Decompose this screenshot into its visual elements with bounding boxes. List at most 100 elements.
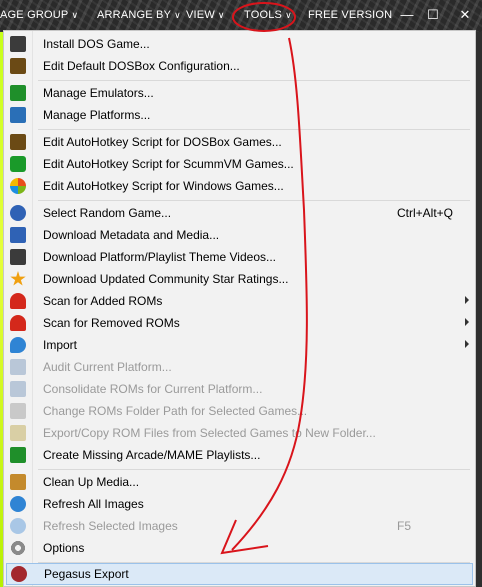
chevron-down-icon: ∨	[217, 10, 225, 20]
arcade-invader-icon	[10, 447, 26, 463]
menu-item-ahk-scummvm[interactable]: Edit AutoHotkey Script for ScummVM Games…	[4, 153, 475, 175]
menu-item-scan-added-roms[interactable]: Scan for Added ROMs	[4, 290, 475, 312]
submenu-arrow-icon	[465, 318, 469, 326]
menu-item-label: Select Random Game...	[43, 206, 172, 220]
dosbox-icon	[10, 134, 26, 150]
menu-item-label: Edit AutoHotkey Script for Windows Games…	[43, 179, 284, 193]
shortcut-text: F5	[397, 519, 412, 533]
dosbox-icon	[10, 58, 26, 74]
menu-item-scan-removed-roms[interactable]: Scan for Removed ROMs	[4, 312, 475, 334]
pegasus-logo-icon	[11, 566, 27, 582]
magnet-icon	[10, 315, 26, 331]
maximize-button[interactable]: ☐	[424, 7, 442, 23]
refresh-icon	[10, 496, 26, 512]
menu-item-refresh-all-images[interactable]: Refresh All Images	[4, 493, 475, 515]
menu-free-version[interactable]: FREE VERSION	[308, 9, 392, 21]
shortcut-text: Ctrl+Alt+Q	[397, 206, 454, 220]
menu-view[interactable]: VIEW ∨	[186, 9, 225, 21]
refresh-icon	[10, 518, 26, 534]
menu-item-label: Pegasus Export	[44, 567, 129, 581]
menu-separator	[38, 129, 470, 130]
circuit-chip-icon	[10, 85, 26, 101]
chevron-down-icon: ∨	[285, 10, 292, 20]
submenu-arrow-icon	[465, 296, 469, 304]
consolidate-icon	[10, 381, 26, 397]
menu-item-label: Options	[43, 541, 85, 555]
background-strip-right	[476, 32, 482, 587]
menu-item-audit-platform[interactable]: Audit Current Platform...	[4, 356, 475, 378]
star-icon	[10, 271, 26, 286]
menu-item-label: Consolidate ROMs for Current Platform...	[43, 382, 263, 396]
tools-dropdown-menu: Install DOS Game... Edit Default DOSBox …	[3, 30, 476, 587]
menu-item-select-random-game[interactable]: Select Random Game... Ctrl+Alt+Q	[4, 202, 475, 224]
menu-label: AGE GROUP	[0, 9, 69, 21]
menu-item-label: Clean Up Media...	[43, 475, 140, 489]
menu-item-import[interactable]: Import	[4, 334, 475, 356]
download-icon	[10, 227, 26, 243]
top-toolbar: AGE GROUP ∨ ARRANGE BY ∨ VIEW ∨ TOOLS ∨ FREE…	[0, 0, 482, 32]
menu-item-download-theme-videos[interactable]: Download Platform/Playlist Theme Videos.…	[4, 246, 475, 268]
menu-item-clean-up-media[interactable]: Clean Up Media...	[4, 471, 475, 493]
menu-item-label: Import	[43, 338, 78, 352]
menu-age-group[interactable]: AGE GROUP ∨	[0, 9, 78, 21]
menu-item-install-dos-game[interactable]: Install DOS Game...	[4, 33, 475, 55]
scummvm-icon	[10, 156, 26, 172]
menu-item-manage-emulators[interactable]: Manage Emulators...	[4, 82, 475, 104]
menu-item-consolidate-roms[interactable]: Consolidate ROMs for Current Platform...	[4, 378, 475, 400]
submenu-arrow-icon	[465, 340, 469, 348]
menu-item-options[interactable]: Options	[4, 537, 475, 559]
menu-item-label: Download Metadata and Media...	[43, 228, 220, 242]
film-strip-icon	[10, 249, 26, 265]
monitor-icon	[10, 107, 26, 123]
menu-item-label: Manage Emulators...	[43, 86, 154, 100]
import-arrow-icon	[10, 337, 26, 353]
menu-item-label: Export/Copy ROM Files from Selected Game…	[43, 426, 376, 440]
question-mark-icon	[10, 205, 26, 221]
menu-item-pegasus-export[interactable]: Pegasus Export	[6, 563, 473, 585]
menu-item-refresh-selected-images[interactable]: Refresh Selected Images F5	[4, 515, 475, 537]
menu-item-label: Change ROMs Folder Path for Selected Gam…	[43, 404, 308, 418]
menu-label: VIEW	[186, 9, 215, 21]
menu-label: ARRANGE BY	[97, 9, 172, 21]
menu-item-change-roms-folder[interactable]: Change ROMs Folder Path for Selected Gam…	[4, 400, 475, 422]
menu-item-ahk-dosbox[interactable]: Edit AutoHotkey Script for DOSBox Games.…	[4, 131, 475, 153]
windows-logo-icon	[10, 178, 26, 194]
menu-separator	[38, 469, 470, 470]
dos-terminal-icon	[10, 36, 26, 52]
menu-item-download-star-ratings[interactable]: Download Updated Community Star Ratings.…	[4, 268, 475, 290]
menu-label: TOOLS	[244, 9, 283, 21]
menu-item-ahk-windows[interactable]: Edit AutoHotkey Script for Windows Games…	[4, 175, 475, 197]
menu-separator	[38, 200, 470, 201]
menu-item-label: Refresh Selected Images	[43, 519, 178, 533]
menu-item-label: Create Missing Arcade/MAME Playlists...	[43, 448, 261, 462]
menu-item-label: Edit Default DOSBox Configuration...	[43, 59, 240, 73]
menu-item-label: Install DOS Game...	[43, 37, 150, 51]
menu-item-label: Edit AutoHotkey Script for DOSBox Games.…	[43, 135, 282, 149]
gear-icon	[10, 540, 26, 556]
menu-item-label: Edit AutoHotkey Script for ScummVM Games…	[43, 157, 294, 171]
magnet-icon	[10, 293, 26, 309]
menu-tools[interactable]: TOOLS ∨	[244, 9, 292, 21]
menu-separator	[38, 80, 470, 81]
broom-icon	[10, 474, 26, 490]
export-folder-icon	[10, 425, 26, 441]
close-button[interactable]: ✕	[456, 7, 474, 23]
menu-item-create-mame-playlists[interactable]: Create Missing Arcade/MAME Playlists...	[4, 444, 475, 466]
audit-list-icon	[10, 359, 26, 375]
menu-item-manage-platforms[interactable]: Manage Platforms...	[4, 104, 475, 126]
menu-item-label: Refresh All Images	[43, 497, 144, 511]
menu-item-label: Download Updated Community Star Ratings.…	[43, 272, 289, 286]
menu-item-label: Audit Current Platform...	[43, 360, 172, 374]
menu-item-export-copy-roms[interactable]: Export/Copy ROM Files from Selected Game…	[4, 422, 475, 444]
menu-label: FREE VERSION	[308, 9, 393, 21]
menu-arrange-by[interactable]: ARRANGE BY ∨	[97, 9, 181, 21]
menu-item-label: Manage Platforms...	[43, 108, 151, 122]
minimize-button[interactable]: —	[398, 7, 416, 23]
menu-item-label: Download Platform/Playlist Theme Videos.…	[43, 250, 276, 264]
chevron-down-icon: ∨	[174, 10, 181, 20]
menu-item-label: Scan for Removed ROMs	[43, 316, 180, 330]
menu-item-edit-dosbox-config[interactable]: Edit Default DOSBox Configuration...	[4, 55, 475, 77]
menu-item-download-metadata[interactable]: Download Metadata and Media...	[4, 224, 475, 246]
chevron-down-icon: ∨	[71, 10, 79, 20]
menu-item-label: Scan for Added ROMs	[43, 294, 163, 308]
